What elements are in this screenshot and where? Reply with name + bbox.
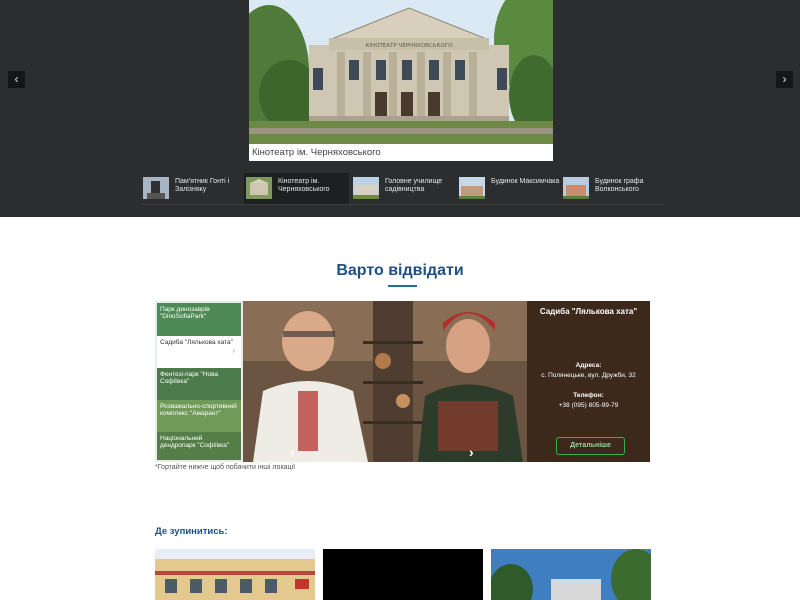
thumb-gardening-school[interactable]: Головне училище садівництва xyxy=(351,173,455,204)
thumb-label: Пам'ятник Гонті і Залізняку xyxy=(175,178,230,193)
thumb-image xyxy=(563,177,589,199)
thumb-cinema[interactable]: Кінотеатр ім. Черняховського xyxy=(244,173,349,204)
visit-item-amarant[interactable]: Розважально-спортивний комплекс "Амарант… xyxy=(157,400,241,432)
hero-caption: Кінотеатр ім. Черняховського xyxy=(249,144,553,161)
hero-slider: ‹ КІНОТЕАТР ЧЕРНЯХОВСЬКОГО Кінотеатр ім.… xyxy=(0,0,800,217)
thumb-maksymchak-house[interactable]: Будинок Максимчака xyxy=(457,173,561,204)
address-value: с. Полянецьке, вул. Дружби, 32 xyxy=(541,372,636,379)
stay-card-1[interactable] xyxy=(155,549,315,600)
title-underline xyxy=(388,285,417,287)
visit-item-lyalkova-khata[interactable]: Садиба "Лялькова хата" › xyxy=(157,336,241,368)
stay-section-title: Де зупинитись: xyxy=(155,526,228,537)
thumb-label: Будинок Максимчака xyxy=(491,178,560,185)
hero-thumbnails: Пам'ятник Гонті і Залізняку Кінотеатр ім… xyxy=(141,173,664,205)
thumb-label: Будинок графа Волконського xyxy=(595,178,644,193)
visit-item-label: Фентезі-парк "Нова Софіївка" xyxy=(160,371,219,385)
hero-prev-button[interactable]: ‹ xyxy=(8,71,25,88)
thumb-label: Кінотеатр ім. Черняховського xyxy=(278,178,330,193)
thumb-image xyxy=(459,177,485,199)
hero-next-button[interactable]: › xyxy=(776,71,793,88)
visit-item-label: Садиба "Лялькова хата" xyxy=(160,339,233,346)
stay-card-3[interactable] xyxy=(491,549,651,600)
chevron-right-icon: › xyxy=(232,346,235,355)
details-button[interactable]: Детальніше xyxy=(556,437,625,455)
phone-value: +38 (095) 805-99-79 xyxy=(558,402,619,409)
visit-next-button[interactable]: › xyxy=(469,444,474,460)
stay-card-2[interactable] xyxy=(323,549,483,600)
thumb-image xyxy=(353,177,379,199)
swipe-hint: *Гортайте нижче щоб побачити інші локаці… xyxy=(155,464,296,471)
hero-image-cinema: КІНОТЕАТР ЧЕРНЯХОВСЬКОГО xyxy=(249,0,553,144)
visit-prev-button[interactable]: ‹ xyxy=(290,444,295,460)
visit-location-list: Парк динозаврів "DinoSofiaPark" Садиба "… xyxy=(155,301,243,462)
thumb-volkonsky-house[interactable]: Будинок графа Волконського xyxy=(561,173,664,204)
visit-item-label: Національний дендропарк "Софіївка" xyxy=(160,435,229,449)
building-sign: КІНОТЕАТР ЧЕРНЯХОВСЬКОГО xyxy=(366,43,454,49)
visit-carousel: Парк динозаврів "DinoSofiaPark" Садиба "… xyxy=(155,301,650,462)
phone-label: Телефон: xyxy=(573,392,604,399)
visit-section-title: Варто відвідати xyxy=(336,262,464,279)
visit-item-sofiivka-park[interactable]: Національний дендропарк "Софіївка" xyxy=(157,432,241,460)
thumb-label: Головне училище садівництва xyxy=(385,178,443,193)
thumb-gonta-monument[interactable]: Пам'ятник Гонті і Залізняку xyxy=(141,173,243,204)
visit-item-nova-sofiivka[interactable]: Фентезі-парк "Нова Софіївка" xyxy=(157,368,241,400)
stay-card-image xyxy=(155,549,315,600)
visit-info-title: Садиба "Лялькова хата" xyxy=(539,307,638,316)
visit-item-dinosofiapark[interactable]: Парк динозаврів "DinoSofiaPark" xyxy=(157,303,241,336)
thumb-image xyxy=(143,177,169,199)
visit-photo: ‹ › xyxy=(243,301,527,462)
visit-info-panel: Садиба "Лялькова хата" Адреса: с. Поляне… xyxy=(527,301,650,462)
visit-item-label: Розважально-спортивний комплекс "Амарант… xyxy=(160,403,237,417)
visit-item-label: Парк динозаврів "DinoSofiaPark" xyxy=(160,306,210,320)
address-label: Адреса: xyxy=(575,362,602,369)
thumb-image xyxy=(246,177,272,199)
stay-card-image xyxy=(491,549,651,600)
